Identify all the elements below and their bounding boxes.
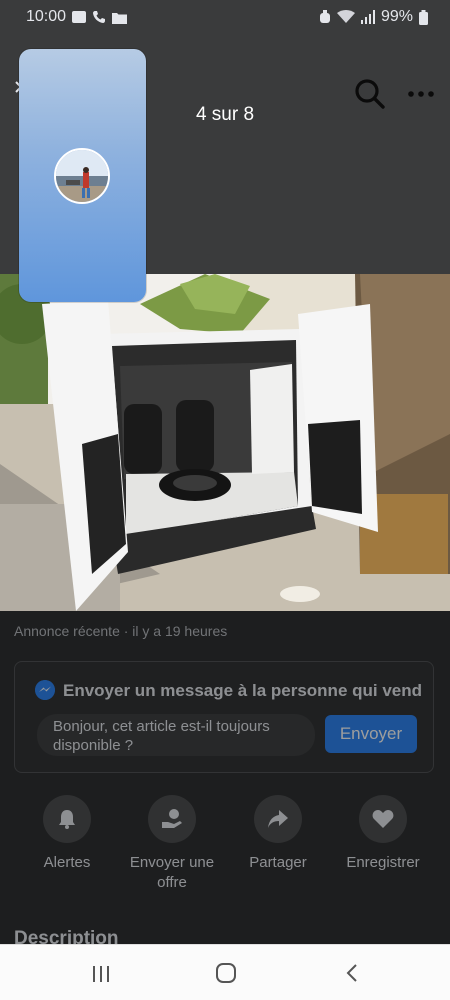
status-time: 10:00 [26, 8, 67, 25]
battery-percent: 99% [380, 8, 413, 25]
messenger-icon [35, 680, 55, 700]
search-icon[interactable] [354, 78, 386, 110]
alerts-button[interactable]: Alertes [17, 795, 117, 873]
status-right: 99% [319, 8, 428, 26]
heart-icon [372, 810, 394, 828]
signal-icon [360, 10, 375, 24]
battery-icon [419, 9, 428, 25]
avatar [54, 148, 110, 204]
alarm-icon [319, 10, 330, 23]
back-icon[interactable] [339, 959, 367, 987]
share-label: Partager [249, 854, 307, 871]
share-icon [268, 810, 288, 828]
folder-icon [112, 12, 128, 24]
image-icon [72, 11, 87, 23]
story-preview-card[interactable] [19, 49, 146, 302]
van-photo [0, 274, 450, 611]
make-offer-label: Envoyer une offre [129, 854, 215, 891]
save-circle [359, 795, 407, 843]
share-circle [254, 795, 302, 843]
send-button[interactable]: Envoyer [325, 715, 417, 753]
status-left: 10:00 [26, 8, 128, 26]
home-icon[interactable] [212, 959, 240, 987]
share-button[interactable]: Partager [228, 795, 328, 873]
offer-icon [162, 809, 182, 828]
save-label: Enregistrer [346, 854, 420, 871]
status-bar: 10:00 99% [0, 0, 450, 34]
phone-icon [93, 11, 106, 23]
message-seller-card: Envoyer un message à la personne qui ven… [14, 661, 434, 773]
recent-apps-icon[interactable] [87, 959, 115, 987]
offer-circle [148, 795, 196, 843]
avatar-image [56, 150, 108, 202]
listing-details: Annonce récente · il y a 19 heures Envoy… [0, 611, 450, 949]
action-row: Alertes Envoyer une offre Partager Enreg… [0, 795, 450, 905]
more-options-icon[interactable] [406, 82, 436, 106]
alerts-label: Alertes [43, 854, 91, 871]
listing-photo[interactable] [0, 274, 450, 611]
bell-icon [59, 810, 75, 829]
message-card-title: Envoyer un message à la personne qui ven… [63, 681, 423, 700]
wifi-icon [336, 10, 355, 23]
alerts-circle [43, 795, 91, 843]
make-offer-button[interactable]: Envoyer une offre [122, 795, 222, 893]
system-nav-bar [0, 944, 450, 1000]
save-button[interactable]: Enregistrer [333, 795, 433, 873]
listing-timestamp: Annonce récente · il y a 19 heures [14, 623, 228, 639]
message-input[interactable]: Bonjour, cet article est-il toujours dis… [37, 714, 315, 756]
